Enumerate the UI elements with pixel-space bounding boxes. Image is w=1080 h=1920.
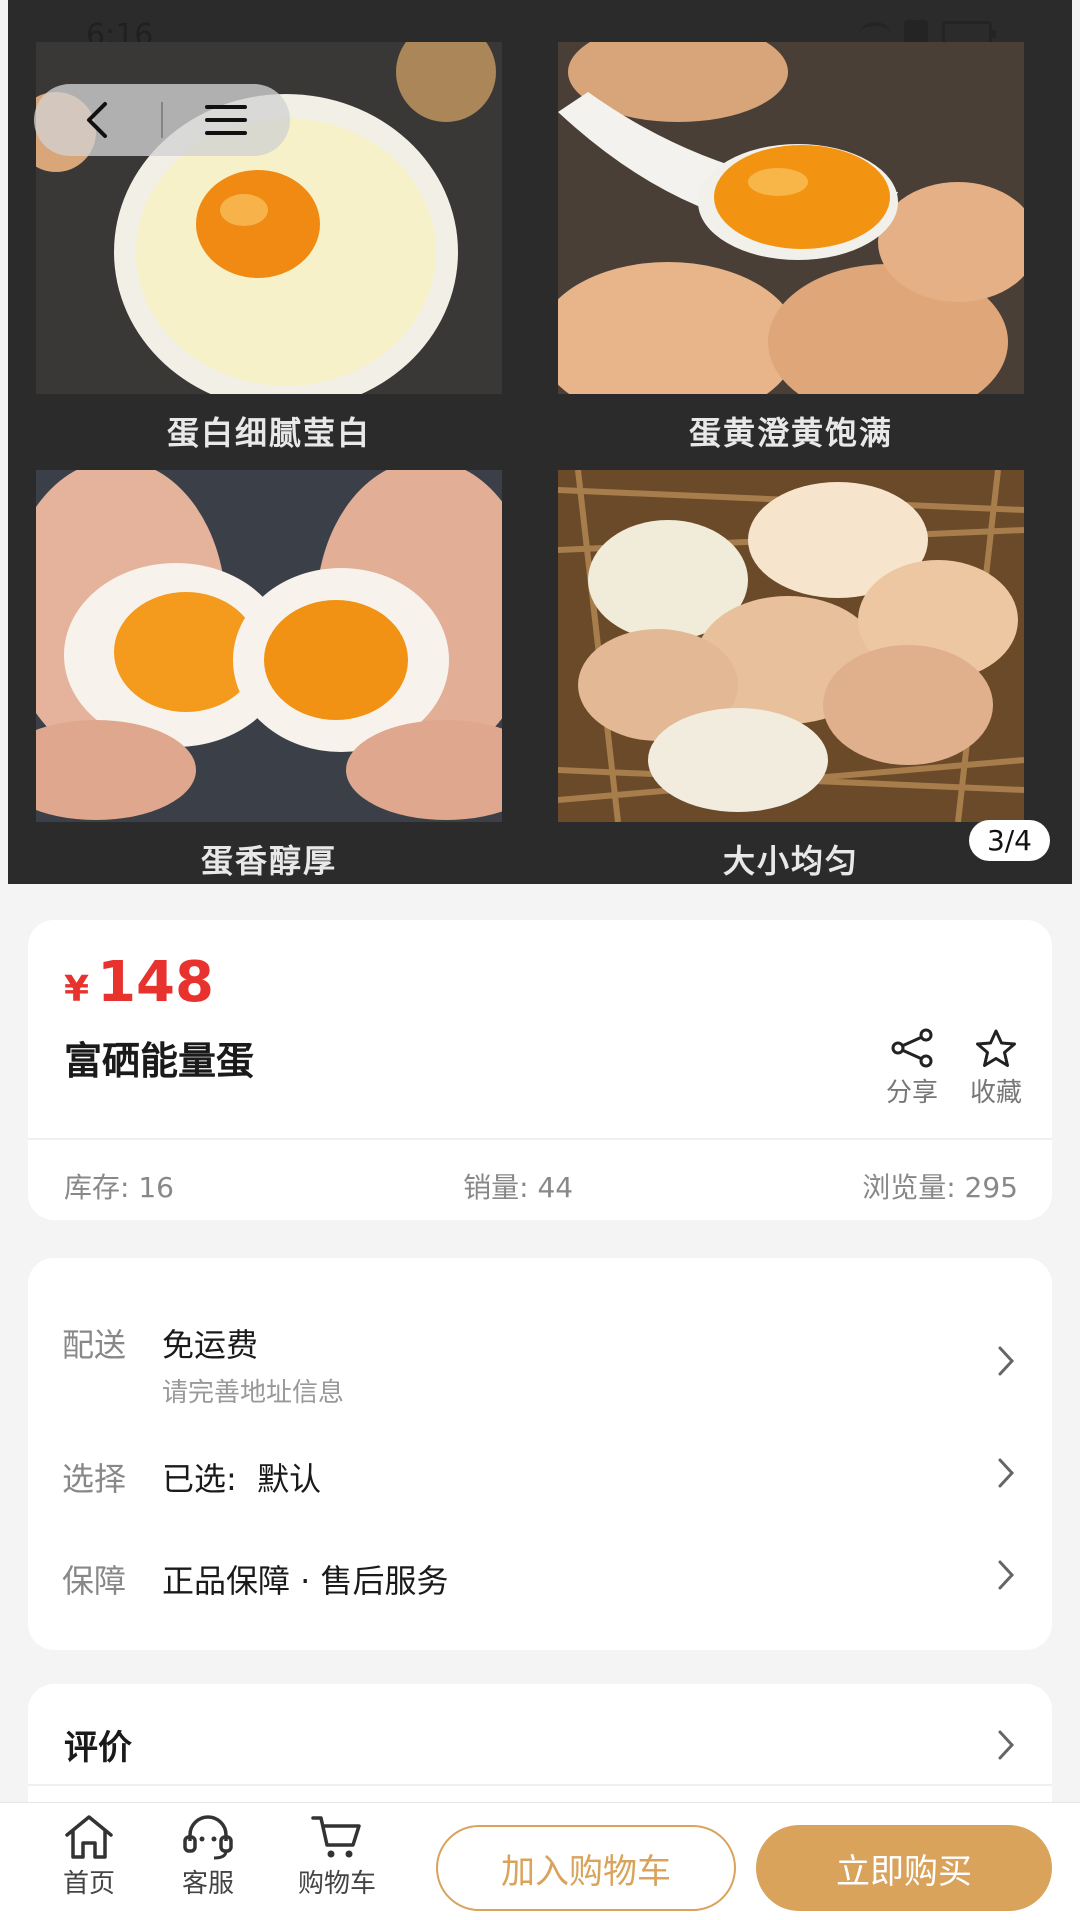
price: ¥ 148 [64, 950, 214, 1015]
wifi-icon [860, 22, 890, 44]
chevron-right-icon [998, 1560, 1015, 1590]
share-icon [891, 1028, 933, 1068]
nav-pill [34, 84, 290, 156]
view-count: 浏览量: 295 [862, 1171, 1018, 1204]
back-button[interactable] [34, 84, 161, 156]
delivery-value: 免运费 [162, 1326, 259, 1364]
share-label: 分享 [885, 1078, 938, 1108]
home-label: 首页 [62, 1869, 115, 1899]
add-to-cart-button[interactable]: 加入购物车 [436, 1825, 736, 1911]
image-tile-egg-size [558, 470, 1024, 822]
cart-label: 购物车 [298, 1869, 377, 1899]
product-image-carousel[interactable]: 6:16 蛋白细腻莹白 蛋黄澄黄饱满 蛋香醇厚 大小均匀 3/4 [8, 0, 1072, 884]
bottom-action-bar: 首页 客服 购物车 加入购物车 立即购买 [0, 1802, 1080, 1920]
home-tab[interactable]: 首页 [62, 1813, 116, 1900]
stock-count: 库存: 16 [64, 1171, 174, 1204]
chevron-right-icon [998, 1730, 1015, 1759]
favorite-label: 收藏 [969, 1078, 1022, 1108]
selection-row[interactable]: 选择 已选: 默认 [28, 1454, 1052, 1500]
image-tile-egg-aroma [36, 470, 502, 822]
delivery-row[interactable]: 配送 免运费 请完善地址信息 [28, 1320, 1052, 1409]
reviews-row[interactable]: 评价 [64, 1720, 1016, 1769]
chevron-right-icon [998, 1346, 1015, 1376]
cart-tab[interactable]: 购物车 [298, 1813, 376, 1900]
image-tile-egg-yolk [558, 42, 1024, 394]
cart-icon [311, 1816, 361, 1858]
share-button[interactable]: 分享 [886, 1028, 938, 1109]
menu-icon [205, 105, 248, 135]
menu-button[interactable] [163, 84, 290, 156]
selection-value: 已选: 默认 [162, 1460, 322, 1498]
reviews-title: 评价 [64, 1728, 132, 1768]
sales-count: 销量: 44 [463, 1171, 574, 1204]
caption-1: 蛋白细腻莹白 [166, 414, 371, 452]
guarantee-row[interactable]: 保障 正品保障 · 售后服务 [28, 1556, 1052, 1602]
divider [28, 1138, 1052, 1140]
home-icon [65, 1815, 113, 1859]
star-icon [975, 1029, 1016, 1067]
guarantee-value: 正品保障 · 售后服务 [162, 1562, 449, 1600]
currency-symbol: ¥ [64, 969, 90, 1010]
caption-3: 蛋香醇厚 [200, 842, 337, 880]
buy-now-button[interactable]: 立即购买 [756, 1825, 1052, 1911]
customer-service-label: 客服 [181, 1869, 234, 1899]
divider [28, 1784, 1052, 1786]
price-card: ¥ 148 富硒能量蛋 分享 收藏 库存: 16 销量: 44 浏览量: 295 [28, 920, 1052, 1220]
chevron-right-icon [998, 1458, 1015, 1488]
page-indicator: 3/4 [968, 820, 1050, 861]
info-card: 配送 免运费 请完善地址信息 选择 已选: 默认 保障 正品保障 · 售后服务 [28, 1258, 1052, 1650]
back-arrow-icon [86, 102, 107, 138]
customer-service-tab[interactable]: 客服 [180, 1813, 236, 1900]
headset-icon [183, 1815, 233, 1860]
delivery-address-hint: 请完善地址信息 [162, 1378, 345, 1408]
product-stats: 库存: 16 销量: 44 浏览量: 295 [64, 1166, 1018, 1206]
caption-4: 大小均匀 [722, 842, 859, 880]
selection-key: 选择 [62, 1460, 127, 1498]
delivery-key: 配送 [62, 1326, 127, 1364]
favorite-button[interactable]: 收藏 [970, 1028, 1022, 1109]
caption-2: 蛋黄澄黄饱满 [688, 414, 893, 452]
guarantee-key: 保障 [62, 1562, 127, 1600]
product-title: 富硒能量蛋 [64, 1039, 255, 1083]
price-value: 148 [97, 950, 214, 1015]
